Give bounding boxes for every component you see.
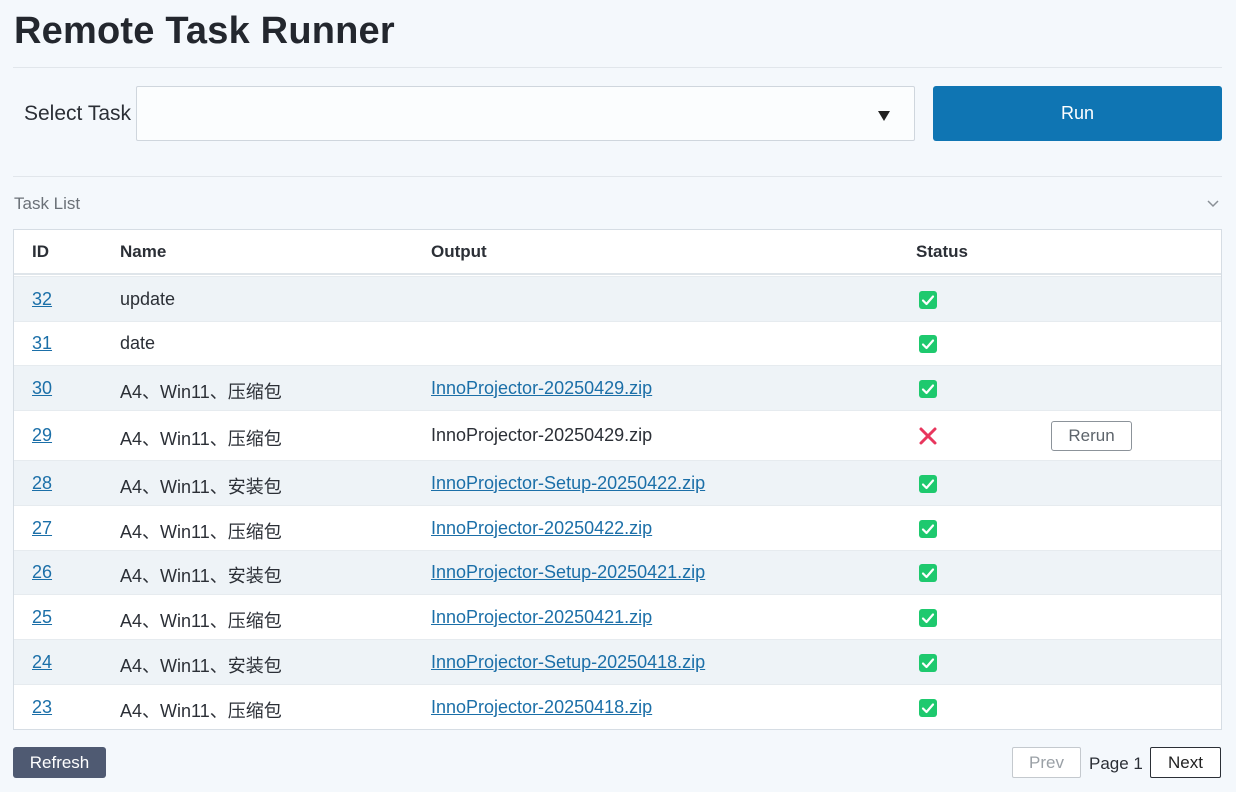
task-select[interactable] (136, 86, 915, 141)
task-name: A4、Win11、压缩包 (120, 429, 282, 449)
output-file-link[interactable]: InnoProjector-20250421.zip (431, 607, 652, 628)
table-row: 31 date (14, 321, 1221, 365)
caret-down-icon (878, 111, 890, 121)
task-list-title: Task List (14, 194, 81, 213)
output-file-link[interactable]: InnoProjector-Setup-20250418.zip (431, 652, 705, 673)
check-square-icon (919, 608, 937, 627)
task-name: A4、Win11、安装包 (120, 566, 282, 586)
task-id-link[interactable]: 24 (32, 652, 52, 673)
check-square-icon (919, 474, 937, 493)
column-header-output: Output (431, 241, 487, 261)
table-row: 32 update (14, 276, 1221, 321)
output-file-link[interactable]: InnoProjector-20250429.zip (431, 378, 652, 399)
task-name: update (120, 288, 176, 309)
output-file-text: InnoProjector-20250429.zip (431, 425, 653, 445)
check-square-icon (919, 290, 937, 309)
column-header-status: Status (916, 241, 968, 261)
refresh-button[interactable]: Refresh (13, 747, 106, 778)
next-page-button[interactable]: Next (1150, 747, 1221, 778)
column-header-name: Name (120, 241, 167, 261)
table-row: 29 A4、Win11、压缩包 InnoProjector-20250429.zip… (14, 410, 1221, 460)
task-name: A4、Win11、压缩包 (120, 610, 282, 631)
task-name: A4、Win11、压缩包 (120, 521, 282, 542)
select-task-label: Select Task (24, 102, 131, 125)
run-button[interactable]: Run (933, 86, 1222, 141)
rerun-button[interactable]: Rerun (1051, 421, 1132, 451)
prev-page-button[interactable]: Prev (1012, 747, 1081, 778)
table-row: 26 A4、Win11、安装包 InnoProjector-Setup-202504… (14, 550, 1221, 594)
table-row: 30 A4、Win11、压缩包 InnoProjector-20250429.zip (14, 365, 1221, 410)
check-square-icon (919, 699, 937, 717)
task-id-link[interactable]: 23 (32, 697, 52, 718)
task-table: ID Name Output Status 32 update 31 date 30 A4… (13, 229, 1222, 730)
task-id-link[interactable]: 32 (32, 289, 52, 310)
task-name: A4、Win11、安装包 (120, 476, 282, 497)
table-row: 25 A4、Win11、压缩包 InnoProjector-20250421.zip (14, 594, 1221, 639)
check-square-icon (919, 379, 937, 398)
task-name: A4、Win11、压缩包 (120, 701, 282, 721)
task-id-link[interactable]: 27 (32, 518, 52, 539)
app-title: Remote Task Runner (14, 10, 395, 52)
task-id-link[interactable]: 30 (32, 378, 52, 399)
table-row: 24 A4、Win11、安装包 InnoProjector-Setup-202504… (14, 639, 1221, 684)
page-indicator: Page 1 (1089, 754, 1143, 773)
column-header-id: ID (32, 241, 49, 261)
header-divider (13, 67, 1222, 68)
task-id-link[interactable]: 31 (32, 333, 52, 354)
x-icon (918, 426, 938, 446)
task-id-link[interactable]: 25 (32, 607, 52, 628)
check-square-icon (919, 335, 937, 353)
check-square-icon (919, 653, 937, 672)
table-header: ID Name Output Status (14, 230, 1221, 275)
task-id-link[interactable]: 26 (32, 562, 52, 583)
section-divider (13, 176, 1222, 177)
task-id-link[interactable]: 29 (32, 425, 52, 446)
task-name: date (120, 333, 156, 353)
output-file-link[interactable]: InnoProjector-20250418.zip (431, 697, 652, 718)
table-row: 23 A4、Win11、压缩包 InnoProjector-20250418.zip (14, 684, 1221, 729)
check-square-icon (919, 519, 937, 538)
table-row: 27 A4、Win11、压缩包 InnoProjector-20250422.zip (14, 505, 1221, 550)
task-name: A4、Win11、安装包 (120, 655, 282, 676)
task-name: A4、Win11、压缩包 (120, 381, 282, 402)
table-row: 28 A4、Win11、安装包 InnoProjector-Setup-202504… (14, 460, 1221, 505)
output-file-link[interactable]: InnoProjector-Setup-20250422.zip (431, 473, 705, 494)
task-id-link[interactable]: 28 (32, 473, 52, 494)
output-file-link[interactable]: InnoProjector-Setup-20250421.zip (431, 562, 705, 583)
check-square-icon (919, 564, 937, 582)
chevron-down-icon[interactable] (1206, 196, 1220, 210)
output-file-link[interactable]: InnoProjector-20250422.zip (431, 518, 652, 539)
